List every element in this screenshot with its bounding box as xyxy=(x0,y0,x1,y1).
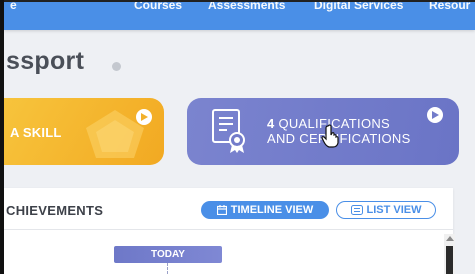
list-icon xyxy=(350,205,363,215)
nav-item-home[interactable]: e xyxy=(10,2,17,12)
nav-item-digital-services[interactable]: Digital Services xyxy=(314,2,403,12)
list-view-label: LIST VIEW xyxy=(366,204,422,216)
timeline-view-button[interactable]: TIMELINE VIEW xyxy=(201,201,329,219)
nav-item-assessments[interactable]: Assessments xyxy=(208,2,285,12)
nav-item-courses[interactable]: Courses xyxy=(134,2,182,12)
today-marker: TODAY xyxy=(114,246,222,263)
info-icon[interactable] xyxy=(112,62,121,71)
list-view-button[interactable]: LIST VIEW xyxy=(336,201,436,219)
achievements-title: CHIEVEMENTS xyxy=(6,203,104,218)
nav-item-resources[interactable]: Resour xyxy=(429,2,470,12)
top-navigation-bar: e Courses Assessments Digital Services R… xyxy=(4,2,475,30)
hand-cursor-icon xyxy=(321,124,339,148)
timeline-line xyxy=(167,263,168,274)
timeline-view-label: TIMELINE VIEW xyxy=(230,204,314,216)
add-skill-card[interactable]: A SKILL xyxy=(4,98,164,165)
play-icon[interactable] xyxy=(427,107,443,123)
add-skill-label: A SKILL xyxy=(10,125,62,140)
certificate-icon xyxy=(212,109,245,153)
panel-divider xyxy=(4,229,453,230)
calendar-icon xyxy=(216,205,227,215)
play-icon[interactable] xyxy=(136,109,152,125)
qualifications-count: 4 xyxy=(267,116,275,131)
page-title: ssport xyxy=(6,47,85,75)
scrollbar-thumb[interactable] xyxy=(446,246,453,274)
scroll-up-arrow-icon[interactable] xyxy=(446,236,454,241)
